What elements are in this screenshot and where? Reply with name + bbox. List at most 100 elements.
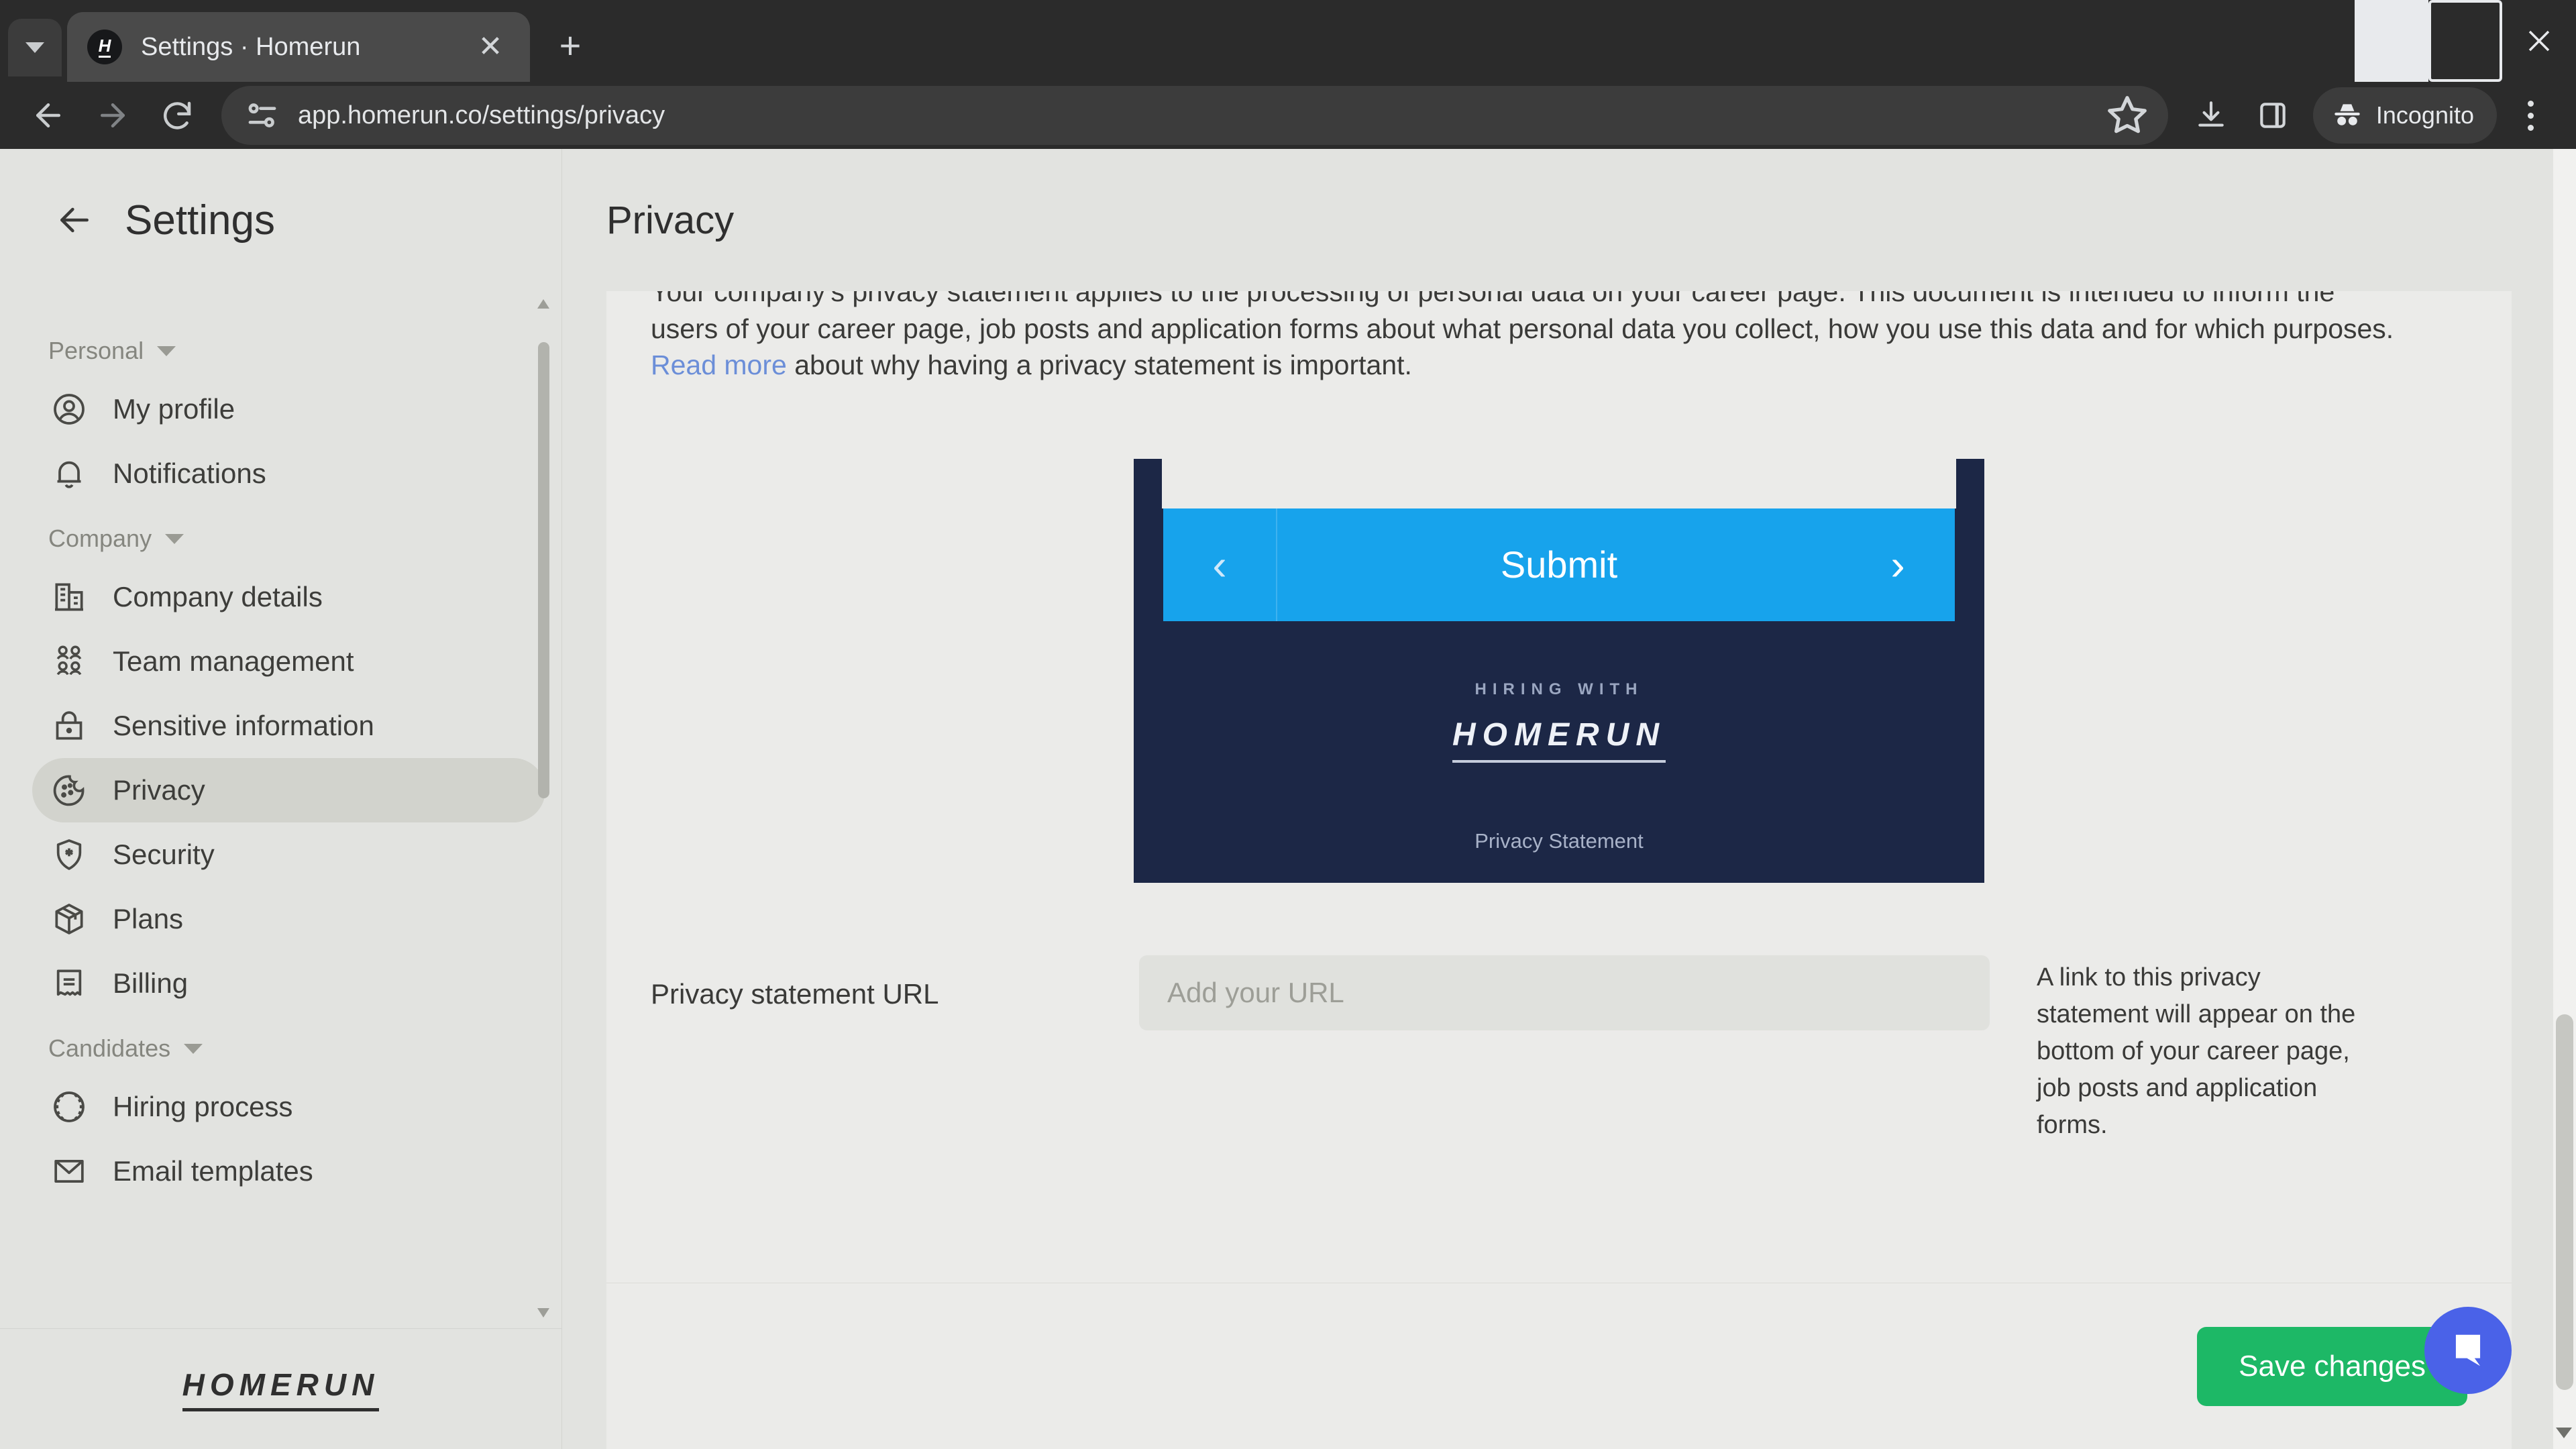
user-circle-icon (48, 388, 90, 430)
career-page-preview: ‹ Submit › HIRING WITH HOMERUN Privacy S… (1134, 458, 1984, 883)
sidebar-item-label: Plans (113, 903, 184, 934)
sidebar-item-team-management[interactable]: Team management (32, 629, 545, 694)
shield-icon (48, 834, 90, 875)
sidebar-item-label: Team management (113, 645, 354, 677)
browser-tab[interactable]: H Settings · Homerun ✕ (67, 12, 530, 82)
envelope-icon (48, 1150, 90, 1192)
favicon-homerun-icon: H (87, 30, 122, 64)
chevron-down-icon (25, 42, 44, 53)
box-icon (48, 898, 90, 940)
sidebar-item-security[interactable]: Security (32, 822, 545, 887)
minimize-button[interactable] (2355, 0, 2428, 82)
maximize-icon (2428, 0, 2502, 82)
page-scrollbar[interactable] (2553, 149, 2576, 1449)
intro-text-part2: about why having a privacy statement is … (786, 350, 1412, 381)
building-icon (48, 576, 90, 618)
reload-button[interactable] (145, 83, 209, 148)
preview-submit-label[interactable]: Submit (1277, 543, 1841, 586)
sidebar-back-button[interactable] (48, 194, 101, 246)
forward-button[interactable] (80, 83, 145, 148)
receipt-icon (48, 963, 90, 1004)
downloads-button[interactable] (2180, 85, 2242, 146)
sidebar-item-billing[interactable]: Billing (32, 951, 545, 1016)
new-tab-button[interactable]: + (546, 21, 594, 70)
sidebar-group-candidates[interactable]: Candidates (32, 1016, 545, 1075)
window-close-button[interactable] (2502, 0, 2576, 82)
read-more-link[interactable]: Read more (651, 350, 787, 380)
preview-hiring-with-label: HIRING WITH (1474, 680, 1644, 698)
window-close-icon (2528, 30, 2550, 52)
star-icon (2108, 96, 2147, 133)
chevron-left-icon[interactable]: ‹ (1163, 508, 1277, 621)
sidebar-item-company-details[interactable]: Company details (32, 565, 545, 629)
privacy-url-label: Privacy statement URL (651, 977, 939, 1010)
preview-logo-block: HIRING WITH HOMERUN (1134, 680, 1984, 763)
sidebar-item-email-templates[interactable]: Email templates (32, 1139, 545, 1203)
scroll-down-arrow-icon[interactable] (2556, 1428, 2572, 1438)
incognito-indicator[interactable]: Incognito (2312, 87, 2497, 144)
chat-widget-button[interactable] (2424, 1307, 2512, 1394)
sidebar-header: Settings (0, 149, 561, 291)
page-title: Settings (125, 197, 276, 244)
incognito-label: Incognito (2375, 101, 2474, 129)
privacy-url-input[interactable] (1139, 955, 1990, 1030)
incognito-icon (2334, 104, 2360, 125)
back-arrow-icon (36, 103, 60, 127)
sidebar-item-notifications[interactable]: Notifications (32, 441, 545, 506)
intro-paragraph: Your company's privacy statement applies… (651, 291, 2395, 384)
sidebar-item-hiring-process[interactable]: Hiring process (32, 1075, 545, 1139)
sidebar-item-label: Privacy (113, 774, 205, 806)
side-panel-button[interactable] (2242, 85, 2304, 146)
chevron-right-icon[interactable]: › (1841, 508, 1955, 621)
address-bar[interactable]: app.homerun.co/settings/privacy (221, 86, 2168, 145)
sidebar-footer: HOMERUN (0, 1328, 561, 1449)
page-content: Settings Personal My profile Notificatio… (0, 149, 2576, 1449)
sidebar-item-label: Billing (113, 967, 189, 999)
back-button[interactable] (16, 83, 80, 148)
tab-title: Settings · Homerun (141, 32, 361, 61)
preview-privacy-statement-link[interactable]: Privacy Statement (1134, 829, 1984, 853)
homerun-logo: HOMERUN (182, 1366, 380, 1411)
scroll-up-arrow-icon[interactable] (537, 299, 549, 309)
browser-toolbar: app.homerun.co/settings/privacy Incognit… (0, 82, 2576, 149)
scroll-down-arrow-icon[interactable] (537, 1308, 549, 1318)
sidebar-scroll-area: Personal My profile Notifications Compan… (0, 291, 561, 1328)
browser-menu-button[interactable] (2501, 85, 2560, 146)
tab-search-button[interactable] (8, 19, 62, 76)
tab-strip: H Settings · Homerun ✕ + (0, 0, 2576, 82)
sidebar-scrollbar[interactable] (537, 299, 549, 1318)
side-panel-icon (2260, 103, 2286, 128)
minimize-icon (2355, 0, 2428, 82)
site-settings-icon (248, 103, 276, 127)
download-icon (2198, 101, 2224, 127)
privacy-url-help-text: A link to this privacy statement will ap… (2037, 963, 2356, 1139)
sidebar-item-label: Hiring process (113, 1091, 293, 1122)
sidebar-item-label: Email templates (113, 1155, 313, 1187)
maximize-button[interactable] (2428, 0, 2502, 82)
bookmark-button[interactable] (2104, 92, 2151, 139)
sidebar-item-privacy[interactable]: Privacy (32, 758, 545, 822)
favicon-letter: H (98, 37, 111, 58)
intro-clipped-line: Your company's privacy statement applies… (651, 291, 2061, 307)
career-page-preview-wrap: ‹ Submit › HIRING WITH HOMERUN Privacy S… (651, 458, 2467, 883)
sidebar-item-my-profile[interactable]: My profile (32, 377, 545, 441)
preview-brand-logo: HOMERUN (1452, 716, 1666, 763)
sidebar-item-sensitive-information[interactable]: Sensitive information (32, 694, 545, 758)
sidebar-item-label: Sensitive information (113, 710, 374, 741)
sidebar-item-label: Company details (113, 581, 323, 612)
preview-top-strip (1162, 458, 1956, 508)
lock-icon (48, 705, 90, 747)
sidebar-item-plans[interactable]: Plans (32, 887, 545, 951)
privacy-settings-card: Your company's privacy statement applies… (606, 291, 2512, 1449)
sidebar-group-label: Company (48, 525, 152, 552)
page-scroll-thumb[interactable] (2556, 1014, 2573, 1390)
close-icon[interactable]: ✕ (471, 28, 510, 66)
sidebar-group-company[interactable]: Company (32, 506, 545, 565)
chevron-down-icon (165, 533, 184, 544)
site-settings-button[interactable] (241, 95, 283, 136)
privacy-url-row: Privacy statement URL A link to this pri… (651, 955, 2467, 1144)
preview-submit-bar: ‹ Submit › (1163, 508, 1955, 621)
sidebar-scroll-thumb[interactable] (538, 342, 549, 798)
sidebar-group-personal[interactable]: Personal (32, 318, 545, 377)
cookie-icon (48, 769, 90, 811)
